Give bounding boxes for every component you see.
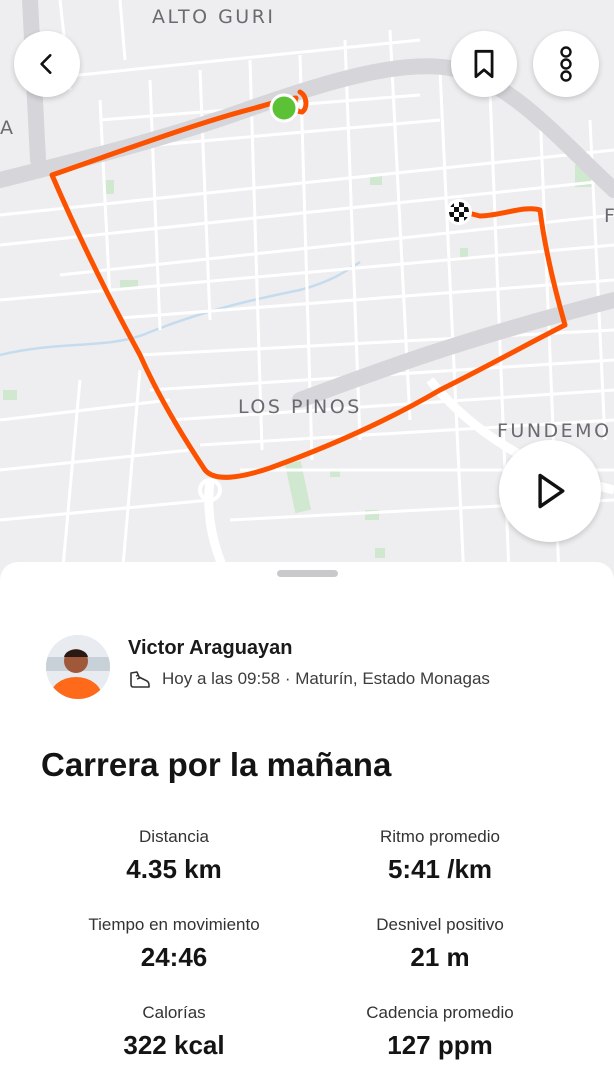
stat-calories: Calorías 322 kcal (24, 1003, 324, 1061)
stat-label: Distancia (139, 827, 209, 846)
stat-label: Ritmo promedio (380, 827, 500, 846)
chevron-left-icon (40, 54, 52, 74)
stat-value: 4.35 km (126, 854, 222, 884)
running-shoe-icon (130, 671, 150, 688)
stat-value: 322 kcal (123, 1030, 225, 1060)
route-line (49, 89, 568, 480)
avatar[interactable] (46, 635, 110, 699)
stat-label: Cadencia promedio (366, 1003, 514, 1022)
stat-moving-time: Tiempo en movimiento 24:46 (24, 915, 324, 973)
stat-cadence: Cadencia promedio 127 ppm (290, 1003, 590, 1061)
sheet-drag-handle[interactable] (277, 570, 338, 577)
stat-value: 24:46 (140, 942, 208, 972)
athlete-name[interactable]: Victor Araguayan (128, 637, 293, 660)
stat-label: Tiempo en movimiento (88, 915, 260, 934)
more-vertical-icon (560, 46, 572, 82)
activity-sheet: Victor Araguayan Hoy a las 09:58 · Matur… (0, 562, 614, 1080)
athlete-photo (46, 635, 110, 699)
bookmark-icon (474, 49, 494, 79)
stat-label: Desnivel positivo (376, 915, 504, 934)
back-button[interactable] (14, 31, 80, 97)
stat-distance: Distancia 4.35 km (24, 827, 324, 885)
route-map[interactable]: ALTO GURI LOS PINOS FUNDEMO A F (0, 0, 614, 600)
finish-marker (446, 199, 472, 225)
activity-title: Carrera por la mañana (41, 746, 392, 783)
play-icon (538, 473, 565, 509)
more-options-button[interactable] (533, 31, 599, 97)
activity-meta: Hoy a las 09:58 · Maturín, Estado Monaga… (128, 667, 490, 691)
stat-pace: Ritmo promedio 5:41 /km (290, 827, 590, 885)
stat-elevation-gain: Desnivel positivo 21 m (290, 915, 590, 973)
start-marker (269, 93, 299, 123)
play-flyby-button[interactable] (499, 440, 601, 542)
activity-date-location: Hoy a las 09:58 · Maturín, Estado Monaga… (162, 669, 490, 688)
stat-value: 21 m (410, 942, 470, 972)
stat-label: Calorías (142, 1003, 206, 1022)
stat-value: 5:41 /km (387, 854, 493, 884)
stat-value: 127 ppm (387, 1030, 493, 1060)
bookmark-button[interactable] (451, 31, 517, 97)
